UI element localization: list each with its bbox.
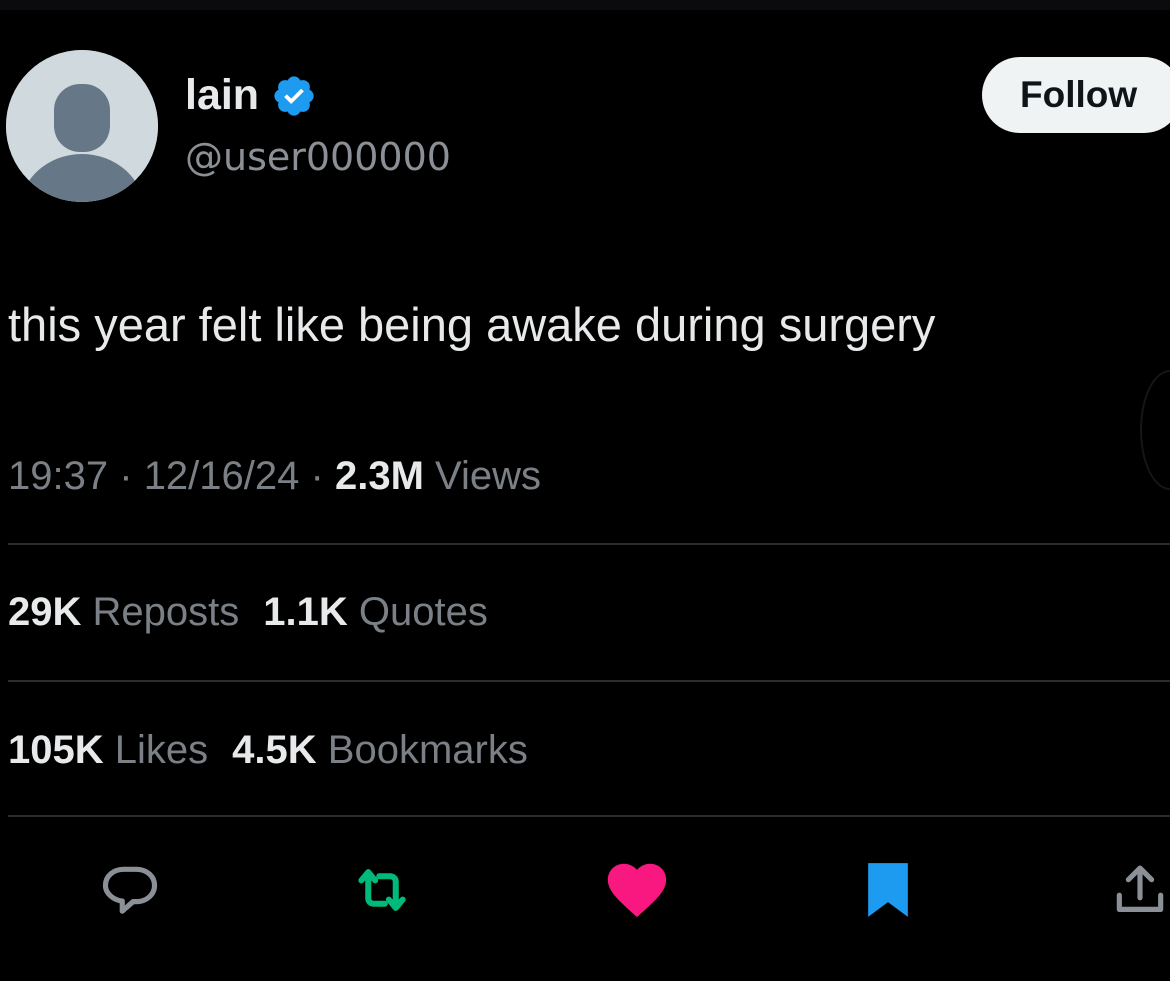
author-display-name[interactable]: lain (185, 70, 259, 120)
views-count: 2.3M (334, 454, 424, 498)
meta-separator: · (310, 454, 324, 498)
tweet-text: this year felt like being awake during s… (8, 298, 936, 351)
avatar[interactable] (6, 50, 158, 202)
divider (8, 543, 1170, 545)
verified-badge-icon[interactable] (271, 73, 317, 119)
bookmarks-label: Bookmarks (327, 728, 528, 772)
quotes-label: Quotes (358, 590, 488, 634)
edge-overlay-shape (1140, 370, 1170, 490)
likes-label: Likes (114, 728, 209, 772)
like-button[interactable] (602, 855, 672, 925)
reposts-quotes-row: 29K Reposts 1.1K Quotes (8, 586, 488, 638)
likes-stat[interactable]: 105K Likes (8, 728, 208, 772)
reposts-label: Reposts (92, 590, 240, 634)
divider (8, 680, 1170, 682)
tweet-meta-row: 19:37 · 12/16/24 · 2.3M Views (8, 450, 541, 502)
repost-button[interactable] (347, 855, 417, 925)
heart-icon (607, 863, 667, 918)
tweet-date[interactable]: 12/16/24 (144, 454, 300, 498)
likes-bookmarks-row: 105K Likes 4.5K Bookmarks (8, 724, 528, 776)
reply-button[interactable] (95, 855, 165, 925)
default-profile-avatar-icon (6, 50, 158, 202)
bookmarks-stat[interactable]: 4.5K Bookmarks (232, 728, 528, 772)
views-label: Views (435, 454, 542, 498)
author-handle[interactable]: @user000000 (185, 133, 451, 181)
share-upload-icon (1116, 865, 1164, 912)
top-edge-bar (0, 0, 1170, 10)
bookmarks-count: 4.5K (232, 728, 317, 772)
reply-bubble-icon (102, 866, 158, 914)
reposts-count: 29K (8, 590, 82, 634)
bookmark-button[interactable] (853, 855, 923, 925)
likes-count: 105K (8, 728, 104, 772)
bookmark-icon (868, 863, 908, 917)
quotes-count: 1.1K (263, 590, 348, 634)
tweet-time[interactable]: 19:37 (8, 454, 108, 498)
divider (8, 815, 1170, 817)
quotes-stat[interactable]: 1.1K Quotes (263, 590, 488, 634)
follow-button[interactable]: Follow (982, 57, 1170, 133)
author-name-row: lain (185, 70, 317, 120)
repost-arrows-icon (358, 869, 406, 911)
meta-separator: · (119, 454, 133, 498)
reposts-stat[interactable]: 29K Reposts (8, 590, 239, 634)
share-button[interactable] (1105, 855, 1170, 925)
